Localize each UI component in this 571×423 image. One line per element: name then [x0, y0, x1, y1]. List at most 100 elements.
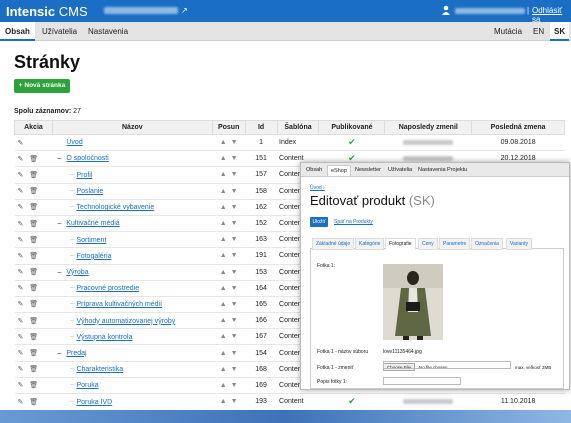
edit-icon[interactable]: ✎ [18, 399, 24, 406]
tree-toggle[interactable] [52, 198, 67, 216]
edit-icon[interactable]: ✎ [18, 269, 24, 276]
move-up-icon[interactable]: ▲ [220, 204, 227, 211]
edit-icon[interactable]: ✎ [18, 285, 24, 292]
move-up-icon[interactable]: ▲ [220, 188, 227, 195]
tab-obsah[interactable]: Obsah [0, 22, 35, 41]
col-naposledy-zmenil[interactable]: Naposledy zmenil [384, 120, 473, 135]
trash-icon[interactable]: 🗑 [29, 382, 38, 389]
move-up-icon[interactable]: ▲ [220, 382, 227, 389]
move-down-icon[interactable]: ▼ [231, 188, 238, 195]
edit-icon[interactable]: ✎ [18, 253, 24, 260]
tree-toggle[interactable]: – [52, 214, 67, 232]
edit-icon[interactable]: ✎ [18, 140, 24, 147]
tree-toggle[interactable]: – [52, 150, 67, 167]
tree-toggle[interactable] [52, 360, 67, 378]
move-down-icon[interactable]: ▼ [231, 317, 238, 324]
trash-icon[interactable]: 🗑 [29, 350, 38, 357]
tree-toggle[interactable] [52, 392, 67, 410]
edit-icon[interactable]: ✎ [18, 237, 24, 244]
page-name-link[interactable]: Výstupná kontrola [76, 334, 132, 341]
move-up-icon[interactable]: ▲ [220, 155, 227, 162]
tree-toggle[interactable] [52, 279, 67, 297]
trash-icon[interactable]: 🗑 [29, 172, 38, 179]
move-down-icon[interactable]: ▼ [231, 269, 238, 276]
edit-icon[interactable]: ✎ [18, 156, 24, 163]
edit-icon[interactable]: ✎ [18, 350, 24, 357]
move-up-icon[interactable]: ▲ [220, 350, 227, 357]
trash-icon[interactable]: 🗑 [29, 399, 38, 406]
move-down-icon[interactable]: ▼ [231, 382, 238, 389]
page-name-link[interactable]: Poruka IVD [76, 399, 112, 406]
col-nazov[interactable]: Názov [51, 120, 213, 135]
trash-icon[interactable]: 🗑 [29, 318, 38, 325]
col-publikovane[interactable]: Publikované [318, 120, 386, 135]
edit-icon[interactable]: ✎ [18, 204, 24, 211]
tree-toggle[interactable] [52, 166, 67, 184]
back-to-products-link[interactable]: Späť na Produkty [334, 219, 373, 225]
page-name-link[interactable]: Profil [76, 172, 92, 179]
ov-tab-uzivatelia[interactable]: Užívatelia [385, 165, 415, 175]
page-name-link[interactable]: Výhody automatizovanej výroby [76, 318, 175, 325]
trash-icon[interactable]: 🗑 [29, 366, 38, 373]
tab-nastavenia[interactable]: Nastavenia [83, 22, 133, 41]
move-down-icon[interactable]: ▼ [231, 171, 238, 178]
tree-toggle[interactable] [52, 231, 67, 248]
edit-icon[interactable]: ✎ [18, 301, 24, 308]
table-row[interactable]: ✎ 🗑 ┈ Poruka IVD ▲ ▼ 193 Content ✔ 11.10.2018 [14, 392, 565, 410]
tree-toggle[interactable] [52, 295, 67, 313]
move-down-icon[interactable]: ▼ [231, 333, 238, 340]
page-name-link[interactable]: Fotogaléria [76, 253, 111, 260]
page-name-link[interactable]: Predaj [66, 350, 86, 357]
trash-icon[interactable]: 🗑 [29, 188, 38, 195]
move-up-icon[interactable]: ▲ [220, 301, 227, 308]
page-name-link[interactable]: Pracovné prostredie [76, 285, 139, 292]
page-name-link[interactable]: Sortiment [76, 237, 106, 244]
move-down-icon[interactable]: ▼ [231, 155, 238, 162]
ov-tab-newsletter[interactable]: Newsletter [352, 165, 384, 175]
table-row[interactable]: ✎ Úvod ▲ ▼ 1 Index ✔ 09.08.2018 [14, 133, 565, 151]
trash-icon[interactable]: 🗑 [29, 285, 38, 292]
move-up-icon[interactable]: ▲ [220, 171, 227, 178]
ov-tab-nastavenia[interactable]: Nastavenia Projektu [415, 165, 470, 175]
tree-toggle[interactable] [52, 133, 67, 151]
tree-toggle[interactable] [52, 247, 67, 264]
move-down-icon[interactable]: ▼ [231, 204, 238, 211]
trash-icon[interactable]: 🗑 [29, 221, 38, 228]
save-button[interactable]: Uložiť [310, 217, 328, 227]
move-down-icon[interactable]: ▼ [231, 220, 238, 227]
trash-icon[interactable]: 🗑 [29, 253, 38, 260]
brand-logo[interactable]: Intensic CMS [6, 4, 88, 19]
move-up-icon[interactable]: ▲ [220, 366, 227, 373]
move-up-icon[interactable]: ▲ [220, 333, 227, 340]
tree-toggle[interactable] [52, 376, 67, 394]
breadcrumb[interactable]: Úvod › [310, 185, 325, 191]
move-down-icon[interactable]: ▼ [231, 139, 238, 146]
site-url-link[interactable] [104, 7, 178, 14]
move-up-icon[interactable]: ▲ [220, 285, 227, 292]
tree-toggle[interactable] [52, 312, 67, 329]
move-down-icon[interactable]: ▼ [231, 301, 238, 308]
move-down-icon[interactable]: ▼ [231, 398, 238, 405]
edit-icon[interactable]: ✎ [18, 366, 24, 373]
lang-sk[interactable]: SK [550, 22, 570, 41]
tree-toggle[interactable] [52, 328, 67, 345]
page-name-link[interactable]: O spoločnosti [66, 155, 108, 162]
page-name-link[interactable]: Výroba [66, 269, 88, 276]
trash-icon[interactable]: 🗑 [29, 204, 38, 211]
edit-icon[interactable]: ✎ [18, 318, 24, 325]
move-down-icon[interactable]: ▼ [231, 252, 238, 259]
tree-toggle[interactable] [52, 182, 67, 200]
trash-icon[interactable]: 🗑 [29, 269, 38, 276]
page-name-link[interactable]: Technologické vybavenie [76, 204, 154, 211]
move-up-icon[interactable]: ▲ [220, 236, 227, 243]
move-up-icon[interactable]: ▲ [220, 317, 227, 324]
col-id[interactable]: Id [244, 120, 278, 135]
edit-icon[interactable]: ✎ [18, 188, 24, 195]
move-up-icon[interactable]: ▲ [220, 252, 227, 259]
edit-icon[interactable]: ✎ [18, 221, 24, 228]
trash-icon[interactable]: 🗑 [29, 237, 38, 244]
move-up-icon[interactable]: ▲ [220, 220, 227, 227]
page-name-link[interactable]: Úvod [66, 139, 82, 146]
edit-icon[interactable]: ✎ [18, 334, 24, 341]
ov-tab-obsah[interactable]: Obsah [303, 165, 325, 175]
